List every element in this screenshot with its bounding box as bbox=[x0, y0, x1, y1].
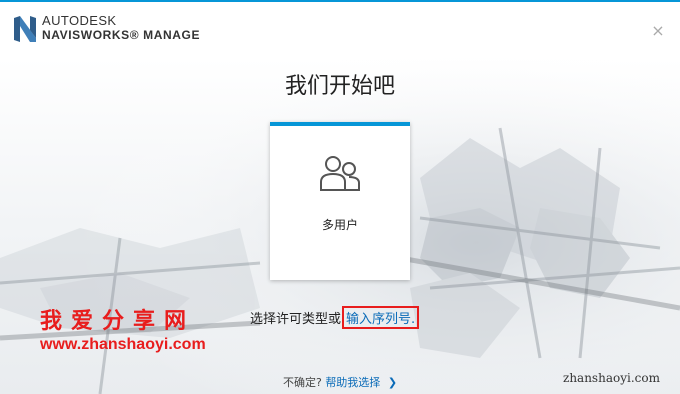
users-icon bbox=[320, 156, 360, 191]
unsure-label: 不确定? bbox=[282, 376, 322, 389]
title-bar: AUTODESK NAVISWORKS® MANAGE × bbox=[0, 2, 680, 58]
watermark-text: 我爱分享网 bbox=[40, 309, 196, 334]
page-title: 我们开始吧 bbox=[284, 74, 395, 99]
brand-product: NAVISWORKS® MANAGE bbox=[42, 28, 201, 42]
site-watermark: zhanshaoyi.com bbox=[563, 371, 660, 385]
help-me-choose-link[interactable]: 帮助我选择 bbox=[325, 376, 380, 389]
autodesk-logo-icon bbox=[14, 16, 36, 42]
license-prompt: 选择许可类型或 bbox=[250, 312, 342, 327]
license-prompt-row: 选择许可类型或 输入序列号. bbox=[250, 306, 420, 329]
chevron-right-icon[interactable]: ❯ bbox=[388, 376, 397, 389]
close-icon[interactable]: × bbox=[651, 23, 665, 39]
brand-company: AUTODESK bbox=[42, 13, 117, 28]
enter-serial-link[interactable]: 输入序列号. bbox=[342, 306, 420, 329]
option-card-multi-user[interactable]: 多用户 bbox=[270, 122, 410, 280]
option-card-label: 多用户 bbox=[321, 218, 358, 232]
watermark-url: www.zhanshaoyi.com bbox=[40, 336, 206, 353]
